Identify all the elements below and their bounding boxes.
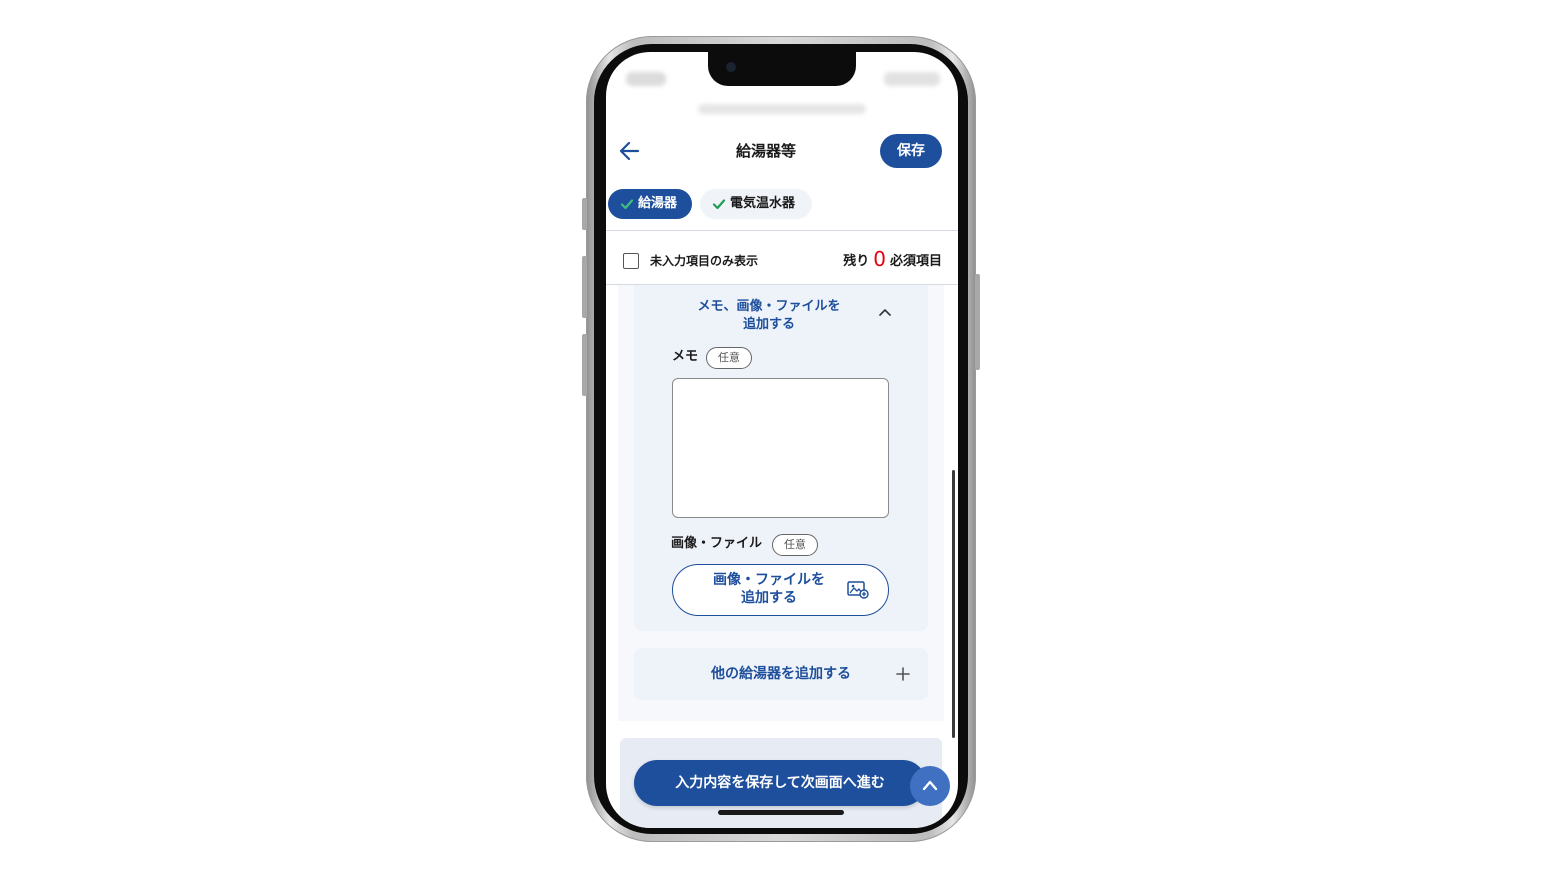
file-button-line1: 画像・ファイルを bbox=[713, 572, 825, 588]
chevron-up-icon bbox=[922, 780, 938, 791]
status-icons-blurred bbox=[884, 72, 940, 86]
add-other-water-heater-button[interactable]: 他の給湯器を追加する bbox=[634, 648, 928, 700]
save-button[interactable]: 保存 bbox=[880, 134, 942, 168]
unfilled-only-label[interactable]: 未入力項目のみ表示 bbox=[650, 252, 758, 270]
attachments-accordion-toggle[interactable]: メモ、画像・ファイルを 追加する bbox=[678, 298, 860, 334]
remaining-suffix: 必須項目 bbox=[889, 254, 942, 269]
chevron-up-icon[interactable] bbox=[878, 307, 892, 317]
file-label: 画像・ファイル bbox=[671, 536, 763, 551]
camera-icon bbox=[726, 62, 736, 72]
memo-textarea[interactable] bbox=[672, 378, 889, 518]
file-button-line2: 追加する bbox=[741, 590, 797, 606]
accordion-title-line1: メモ、画像・ファイルを bbox=[697, 299, 841, 314]
tab-electric-water-heater[interactable]: 電気温水器 bbox=[700, 189, 812, 219]
remaining-count: 0 bbox=[873, 247, 886, 271]
scroll-to-top-button[interactable] bbox=[910, 766, 950, 806]
divider bbox=[606, 230, 958, 231]
save-and-next-button[interactable]: 入力内容を保存して次画面へ進む bbox=[634, 760, 926, 806]
remaining-required-counter: 残り 0 必須項目 bbox=[843, 246, 942, 272]
url-bar-blurred bbox=[698, 104, 866, 114]
remaining-prefix: 残り bbox=[843, 254, 870, 269]
add-other-label: 他の給湯器を追加する bbox=[711, 666, 851, 682]
image-attach-icon bbox=[847, 581, 869, 599]
notch bbox=[708, 52, 856, 86]
back-button[interactable] bbox=[616, 138, 644, 164]
volume-up-button bbox=[582, 256, 587, 318]
add-image-file-label: 画像・ファイルを 追加する bbox=[693, 571, 845, 607]
power-button bbox=[975, 274, 980, 370]
home-indicator bbox=[718, 810, 844, 815]
mute-switch bbox=[582, 198, 587, 230]
tab-label: 給湯器 bbox=[638, 196, 678, 211]
optional-badge: 任意 bbox=[772, 534, 818, 556]
optional-badge: 任意 bbox=[706, 347, 752, 369]
memo-label: メモ bbox=[672, 349, 699, 364]
tab-label: 電気温水器 bbox=[730, 196, 796, 211]
arrow-left-icon bbox=[619, 141, 640, 161]
phone-screen: 給湯器等 保存 給湯器 電気温水器 未入力項目のみ表示 残り 0 必須項目 メモ、画… bbox=[606, 52, 958, 828]
scrollbar-thumb[interactable] bbox=[952, 470, 955, 738]
add-image-file-button[interactable]: 画像・ファイルを 追加する bbox=[672, 564, 889, 616]
page-title: 給湯器等 bbox=[735, 142, 796, 160]
unfilled-only-checkbox[interactable] bbox=[623, 253, 639, 269]
tab-water-heater[interactable]: 給湯器 bbox=[608, 189, 692, 219]
volume-down-button bbox=[582, 334, 587, 396]
plus-icon bbox=[896, 667, 910, 681]
check-icon bbox=[620, 199, 634, 210]
status-time-blurred bbox=[626, 72, 666, 86]
check-icon bbox=[712, 199, 726, 210]
accordion-title-line2: 追加する bbox=[742, 317, 795, 332]
